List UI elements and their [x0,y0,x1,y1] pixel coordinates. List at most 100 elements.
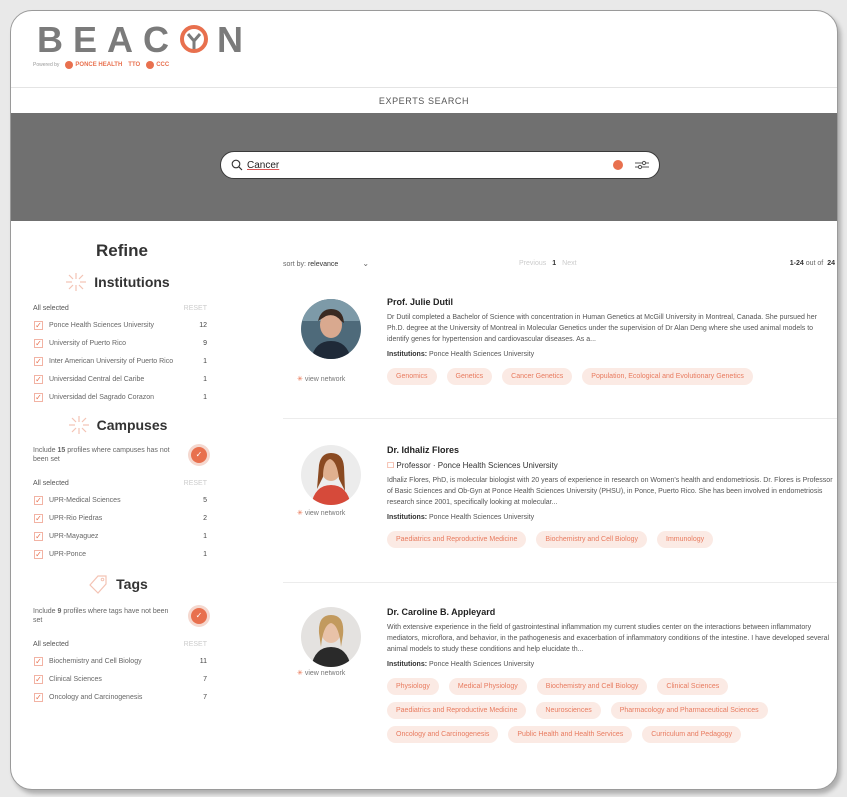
checkbox[interactable]: ✓ [34,532,43,541]
partner-name: CCC [156,62,170,68]
tag-chip[interactable]: Oncology and Carcinogenesis [387,726,499,743]
tag-chip[interactable]: Clinical Sciences [657,678,729,695]
filter-item-campus[interactable]: ✓ UPR-Rio Piedras 2 [11,514,221,523]
tag-chip[interactable]: Population, Ecological and Evolutionary … [582,368,753,385]
results-toolbar: sort by: relevance ⌄ Previous 1 Next 1-24 ou… [283,257,837,269]
view-network-link[interactable]: ✳ view network [297,669,345,677]
expert-name[interactable]: Dr. Idhaliz Flores [387,445,837,455]
include-pre: Include [33,608,58,615]
expert-name[interactable]: Prof. Julie Dutil [387,297,837,307]
pager-current[interactable]: 1 [552,260,556,267]
filter-item-tag[interactable]: ✓ Clinical Sciences 7 [11,675,221,684]
clear-icon[interactable] [613,160,623,170]
sort-label: sort by: [283,260,306,268]
sort-value: relevance [307,260,339,268]
include-pre: Include [33,447,58,454]
tag-chip[interactable]: Medical Physiology [448,678,527,695]
search-input[interactable] [247,159,613,171]
tags-title: Tags [116,576,148,592]
checkbox[interactable]: ✓ [34,393,43,402]
expert-card: ✳ view network Dr. Caroline B. Appleyard… [283,583,837,763]
include-toggle[interactable]: ✓ [191,447,207,463]
reset-button[interactable]: RESET [184,641,207,648]
include-toggle[interactable]: ✓ [191,608,207,624]
filter-label: Universidad del Sagrado Corazon [49,394,155,401]
all-selected-label: All selected [33,480,69,487]
avatar[interactable] [301,445,361,505]
checkbox[interactable]: ✓ [34,693,43,702]
pager-next[interactable]: Next [562,260,576,267]
tag-chip[interactable]: Immunology [657,531,714,548]
filter-item-institution[interactable]: ✓ Ponce Health Sciences University 12 [11,321,221,330]
expert-name[interactable]: Dr. Caroline B. Appleyard [387,607,837,617]
institutions-label: Institutions: [387,351,428,358]
view-network-link[interactable]: ✳ view network [297,375,345,383]
reset-button[interactable]: RESET [184,480,207,487]
filter-item-institution[interactable]: ✓ Inter American University of Puerto Ric… [11,357,221,366]
role-text: Professor · Ponce Health Sciences Univer… [396,461,558,470]
count-total: 24 [827,259,835,267]
checkbox[interactable]: ✓ [34,550,43,559]
avatar[interactable] [301,607,361,667]
tag-chip[interactable]: Genetics [446,368,493,385]
filter-label: Oncology and Carcinogenesis [49,694,143,701]
tag-chip[interactable]: Cancer Genetics [502,368,573,385]
tag-chip[interactable]: Public Health and Health Services [508,726,633,743]
checkbox[interactable]: ✓ [34,675,43,684]
institution-name: Ponce Health Sciences University [429,514,535,521]
filter-label: UPR-Mayaguez [49,533,99,540]
sunburst-icon [68,416,89,434]
filter-item-institution[interactable]: ✓ Universidad Central del Caribe 1 [11,375,221,384]
tag-chip[interactable]: Neurosciences [536,702,601,719]
expert-bio: With extensive experience in the field o… [387,624,830,653]
beacon-logo[interactable]: BEAC N [37,19,253,61]
filter-count: 7 [203,694,207,701]
tag-chip[interactable]: Physiology [387,678,439,695]
tag-chip[interactable]: Paediatrics and Reproductive Medicine [387,702,527,719]
tag-chip[interactable]: Curriculum and Pedagogy [642,726,742,743]
checkbox[interactable]: ✓ [34,357,43,366]
sort-dropdown[interactable]: sort by: relevance ⌄ [283,259,369,268]
checkbox[interactable]: ✓ [34,375,43,384]
tag-chip[interactable]: Biochemistry and Cell Biology [536,678,648,695]
expert-body: Dr. Caroline B. Appleyard With extensive… [387,607,837,743]
partners-strip: Powered by PONCE HEALTH TTO CCC [33,61,169,69]
checkbox[interactable]: ✓ [34,339,43,348]
filter-item-campus[interactable]: ✓ UPR-Medical Sciences 5 [11,496,221,505]
institutions-label: Institutions: [387,661,428,668]
filter-item-institution[interactable]: ✓ University of Puerto Rico 9 [11,339,221,348]
filter-icon[interactable] [635,160,649,170]
checkbox[interactable]: ✓ [34,514,43,523]
filter-count: 5 [203,497,207,504]
institution-name: Ponce Health Sciences University [429,351,535,358]
network-icon: ✳ [297,376,303,383]
search-bar[interactable] [220,151,660,179]
all-selected-label: All selected [33,641,69,648]
filter-item-campus[interactable]: ✓ UPR-Mayaguez 1 [11,532,221,541]
view-network-label: view network [304,670,346,677]
filter-label: UPR-Medical Sciences [49,497,121,504]
tag-chip[interactable]: Pharmacology and Pharmaceutical Sciences [610,702,768,719]
filter-label: Universidad Central del Caribe [49,376,145,383]
filter-item-campus[interactable]: ✓ UPR-Ponce 1 [11,550,221,559]
tag-chip[interactable]: Biochemistry and Cell Biology [536,531,648,548]
avatar[interactable] [301,299,361,359]
tag-chip[interactable]: Paediatrics and Reproductive Medicine [387,531,527,548]
reset-button[interactable]: RESET [184,305,207,312]
filter-count: 7 [203,676,207,683]
partner-dot-icon [65,61,74,69]
checkbox[interactable]: ✓ [34,496,43,505]
filter-item-institution[interactable]: ✓ Universidad del Sagrado Corazon 1 [11,393,221,402]
checkbox[interactable]: ✓ [34,657,43,666]
tag-icon [89,575,107,594]
tag-chip[interactable]: Genomics [387,368,437,385]
pager-prev[interactable]: Previous [519,260,546,267]
filter-label: Biochemistry and Cell Biology [49,658,142,665]
filter-item-tag[interactable]: ✓ Biochemistry and Cell Biology 11 [11,657,221,666]
view-network-link[interactable]: ✳ view network [297,509,345,517]
filter-count: 11 [199,658,207,665]
filter-item-tag[interactable]: ✓ Oncology and Carcinogenesis 7 [11,693,221,702]
filter-count: 1 [203,376,207,383]
tag-list: Genomics Genetics Cancer Genetics Popula… [387,368,837,385]
checkbox[interactable]: ✓ [34,321,43,330]
